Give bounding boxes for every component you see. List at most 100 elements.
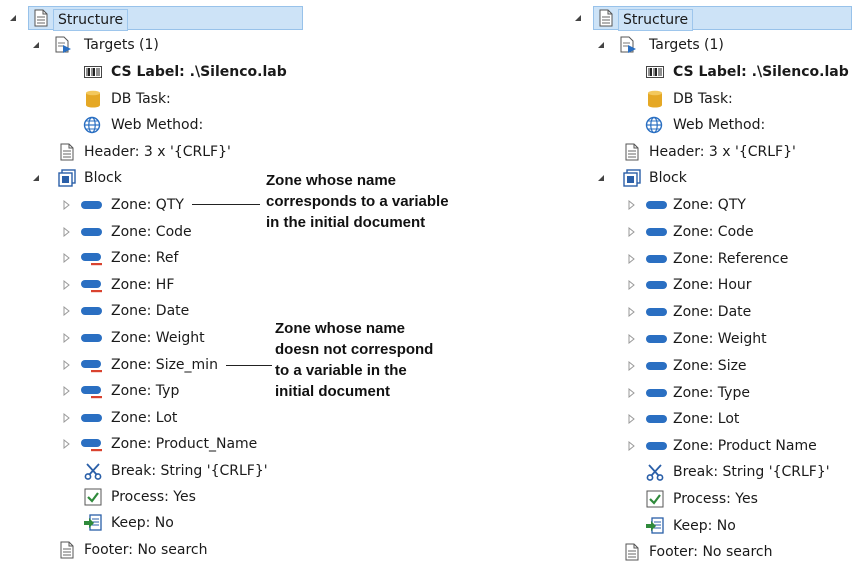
tree-node-zone[interactable]: Zone: Hour: [565, 273, 845, 297]
tree-node-block[interactable]: Block: [565, 166, 845, 190]
tree-node-footer[interactable]: Footer: No search: [565, 540, 845, 564]
tree-node-zone[interactable]: Zone: Lot: [565, 407, 845, 431]
zone-icon: [645, 437, 669, 455]
tree-node-zone[interactable]: Zone: Ref: [0, 246, 280, 270]
tree-node-label: Zone: Date: [111, 303, 190, 320]
targets-icon: [54, 36, 72, 54]
tree-node-zone[interactable]: Zone: Weight: [565, 327, 845, 351]
zone-icon: [645, 276, 669, 294]
tree-node-label: Zone: Product Name: [673, 438, 817, 455]
collapsed-caret-icon[interactable]: [61, 200, 71, 210]
tree-node-targets[interactable]: Targets (1): [565, 33, 845, 57]
tree-node-label: Zone: Lot: [111, 409, 178, 426]
tree-node-zone[interactable]: Zone: Lot: [0, 406, 280, 430]
tree-node-zone[interactable]: Zone: Product Name: [565, 434, 845, 458]
tree-node-label: Zone: QTY: [673, 197, 746, 213]
tree-node-label: Zone: HF: [111, 276, 175, 293]
collapsed-caret-icon[interactable]: [61, 439, 71, 450]
collapsed-caret-icon[interactable]: [61, 306, 71, 317]
expanded-caret-icon[interactable]: [573, 13, 583, 23]
checkbox-checked-icon: [646, 490, 664, 508]
collapsed-caret-icon[interactable]: [626, 334, 636, 344]
collapsed-caret-icon[interactable]: [61, 386, 71, 397]
zone-unmatched-icon: [80, 249, 104, 267]
collapsed-caret-icon[interactable]: [61, 359, 71, 370]
tree-node-block[interactable]: Block: [0, 166, 300, 190]
expanded-caret-icon[interactable]: [31, 40, 41, 50]
zone-icon: [80, 196, 104, 214]
tree-node-zone[interactable]: Zone: Date: [0, 299, 280, 323]
expanded-caret-icon[interactable]: [596, 40, 606, 50]
collapsed-caret-icon[interactable]: [626, 307, 636, 318]
tree-node-label: Break: String '{CRLF}': [111, 463, 268, 479]
tree-node-web-method[interactable]: Web Method:: [565, 113, 845, 137]
tree-node-zone[interactable]: Zone: Date: [565, 300, 845, 324]
zone-icon: [645, 303, 669, 321]
collapsed-caret-icon[interactable]: [626, 226, 636, 237]
tree-node-structure[interactable]: Structure: [565, 6, 852, 31]
collapsed-caret-icon[interactable]: [626, 441, 636, 452]
expanded-caret-icon[interactable]: [596, 173, 606, 183]
tree-node-header[interactable]: Header: 3 x '{CRLF}': [0, 140, 300, 164]
globe-icon: [645, 116, 663, 134]
zone-icon: [80, 329, 104, 347]
cs-label-value: .\Silenco.lab: [189, 64, 287, 80]
collapsed-caret-icon[interactable]: [61, 333, 71, 343]
collapsed-caret-icon[interactable]: [626, 414, 636, 425]
tree-node-targets[interactable]: Targets (1): [0, 33, 300, 57]
tree-node-process[interactable]: Process: Yes: [0, 485, 300, 509]
tree-node-zone[interactable]: Zone: Reference: [565, 247, 845, 271]
tree-node-zone[interactable]: Zone: HF: [0, 273, 280, 297]
database-icon: [646, 90, 664, 108]
collapsed-caret-icon[interactable]: [61, 279, 71, 290]
expanded-caret-icon[interactable]: [31, 173, 41, 183]
scissors-icon: [646, 463, 664, 481]
collapsed-caret-icon[interactable]: [626, 253, 636, 264]
collapsed-caret-icon[interactable]: [626, 280, 636, 291]
collapsed-caret-icon[interactable]: [61, 253, 71, 264]
tree-node-break[interactable]: Break: String '{CRLF}': [0, 459, 300, 483]
tree-node-db-task[interactable]: DB Task:: [0, 87, 300, 111]
tree-node-web-method[interactable]: Web Method:: [0, 113, 300, 137]
tree-node-zone[interactable]: Zone: Weight: [0, 326, 280, 350]
tree-node-keep[interactable]: Keep: No: [565, 514, 845, 538]
tree-node-zone[interactable]: Zone: Product_Name: [0, 432, 280, 456]
tree-node-label: Targets (1): [84, 37, 159, 53]
collapsed-caret-icon[interactable]: [626, 360, 636, 371]
tree-node-header[interactable]: Header: 3 x '{CRLF}': [565, 140, 845, 164]
tree-node-db-task[interactable]: DB Task:: [565, 87, 845, 111]
tree-node-zone[interactable]: Zone: Code: [565, 220, 845, 244]
annotation-line: in the initial document: [266, 214, 426, 231]
cs-label-value: .\Silenco.lab: [751, 64, 849, 80]
collapsed-caret-icon[interactable]: [61, 412, 71, 423]
collapsed-caret-icon[interactable]: [626, 387, 636, 398]
tree-node-cs-label[interactable]: CS Label: .\Silenco.lab: [565, 60, 849, 84]
collapsed-caret-icon[interactable]: [61, 226, 71, 237]
tree-node-zone[interactable]: Zone: Code: [0, 220, 280, 244]
tree-node-label: Zone: Code: [111, 223, 192, 240]
tree-node-process[interactable]: Process: Yes: [565, 487, 845, 511]
right-tree: Structure Targets (1) CS Label: .\Silenc…: [565, 0, 854, 561]
document-icon: [623, 143, 641, 161]
tree-node-label: Header: 3 x '{CRLF}': [84, 144, 231, 160]
expanded-caret-icon[interactable]: [8, 13, 18, 23]
tree-node-break[interactable]: Break: String '{CRLF}': [565, 460, 845, 484]
tree-node-zone[interactable]: Zone: QTY: [565, 193, 845, 217]
tree-node-label: Zone: Reference: [673, 250, 789, 267]
tree-node-label: Targets (1): [649, 37, 724, 53]
tree-node-label: Process: Yes: [111, 489, 196, 505]
tree-node-label: Zone: Size_min: [111, 356, 218, 373]
tree-node-cs-label[interactable]: CS Label: .\Silenco.lab: [0, 60, 300, 84]
tree-node-structure[interactable]: Structure: [0, 6, 305, 31]
collapsed-caret-icon[interactable]: [626, 200, 636, 210]
tree-node-label: Zone: Weight: [111, 330, 205, 346]
tree-node-zone[interactable]: Zone: Size: [565, 354, 845, 378]
tree-node-zone[interactable]: Zone: Type: [565, 381, 845, 405]
tree-node-zone[interactable]: Zone: Typ: [0, 379, 280, 403]
tree-node-zone[interactable]: Zone: QTY: [0, 193, 280, 217]
tree-node-keep[interactable]: Keep: No: [0, 511, 300, 535]
tree-node-label: Web Method:: [111, 117, 204, 133]
tree-node-footer[interactable]: Footer: No search: [0, 538, 300, 562]
tree-node-label: Header: 3 x '{CRLF}': [649, 144, 796, 160]
tree-node-label: Zone: QTY: [111, 197, 184, 213]
